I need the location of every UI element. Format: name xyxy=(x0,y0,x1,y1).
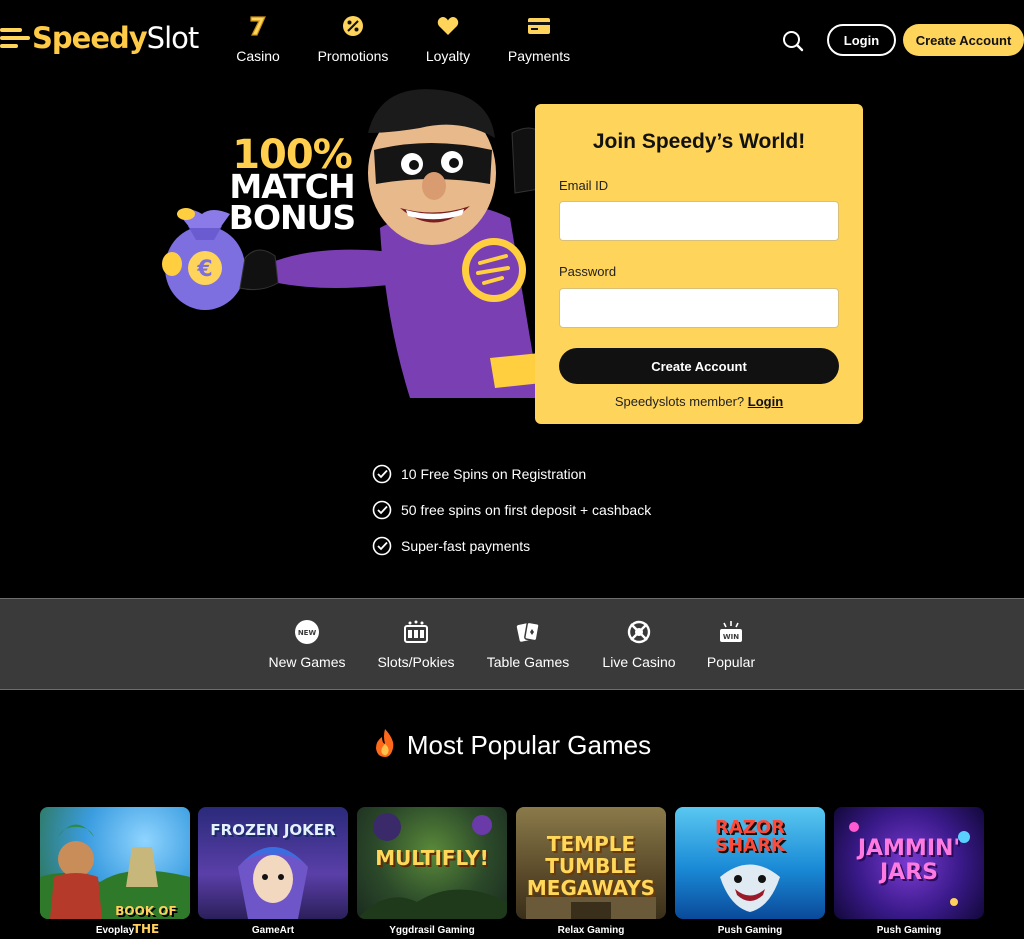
slot-machine-icon xyxy=(403,619,429,645)
game-title: JAMMIN' JARS xyxy=(857,836,961,885)
perk-text: 10 Free Spins on Registration xyxy=(401,466,587,482)
game-provider: Relax Gaming xyxy=(557,925,625,936)
member-login-link[interactable]: Login xyxy=(748,394,783,409)
check-circle-icon xyxy=(372,464,392,484)
nav-promotions[interactable]: Promotions xyxy=(298,14,408,64)
popular-title: Most Popular Games xyxy=(406,730,652,760)
game-provider: Push Gaming xyxy=(876,925,942,936)
signup-submit-button[interactable]: Create Account xyxy=(559,348,839,384)
perks-list: 10 Free Spins on Registration 50 free sp… xyxy=(372,456,651,564)
game-provider: GameArt xyxy=(251,925,295,936)
match-bonus-badge: 100% MATCH BONUS xyxy=(217,135,367,237)
perk-text: Super-fast payments xyxy=(401,538,531,554)
nav-label: Payments xyxy=(507,48,571,64)
check-circle-icon xyxy=(372,536,392,556)
game-card[interactable]: TEMPLE TUMBLE MEGAWAYS Relax Gaming xyxy=(516,807,666,939)
category-slots[interactable]: Slots/Pokies xyxy=(377,619,455,670)
seven-icon xyxy=(248,14,268,38)
category-table-games[interactable]: Table Games xyxy=(485,619,571,670)
svg-text:€: € xyxy=(196,257,212,282)
category-label: Live Casino xyxy=(602,654,676,670)
game-title: MULTIFLY! xyxy=(375,846,489,870)
category-popular[interactable]: WIN Popular xyxy=(706,619,756,670)
new-badge-icon: NEW xyxy=(294,619,320,645)
category-new-games[interactable]: NEW New Games xyxy=(268,619,346,670)
chips-icon xyxy=(626,619,652,645)
win-icon: WIN xyxy=(718,619,744,645)
category-label: Slots/Pokies xyxy=(377,654,455,670)
check-circle-icon xyxy=(372,500,392,520)
speedyslot-logo[interactable]: SpeedySlot xyxy=(0,18,200,58)
game-card[interactable]: MULTIFLY! Yggdrasil Gaming xyxy=(357,807,507,939)
cards-icon xyxy=(515,619,541,645)
login-button[interactable]: Login xyxy=(827,24,896,56)
fire-icon xyxy=(373,728,397,763)
signup-card: Join Speedy’s World! Email ID Password C… xyxy=(535,104,863,424)
email-label: Email ID xyxy=(559,178,609,193)
category-label: Popular xyxy=(706,654,756,670)
password-field[interactable] xyxy=(559,288,839,328)
svg-text:WIN: WIN xyxy=(723,633,739,641)
nav-payments[interactable]: Payments xyxy=(488,14,590,64)
member-prompt: Speedyslots member? Login xyxy=(535,394,863,409)
main-nav: Casino Promotions Loyalty Payments xyxy=(218,14,590,64)
game-provider: Evoplay xyxy=(95,925,135,936)
perk-item: 50 free spins on first deposit + cashbac… xyxy=(372,492,651,528)
nav-casino[interactable]: Casino xyxy=(218,14,298,64)
nav-label: Casino xyxy=(236,48,280,64)
search-icon[interactable] xyxy=(782,30,804,52)
nav-label: Loyalty xyxy=(425,48,471,64)
game-card[interactable]: FROZEN JOKER GameArt xyxy=(198,807,348,939)
perk-item: Super-fast payments xyxy=(372,528,651,564)
category-label: New Games xyxy=(268,654,346,670)
nav-loyalty[interactable]: Loyalty xyxy=(408,14,488,64)
mascot-illustration: € xyxy=(162,89,549,398)
game-provider: Yggdrasil Gaming xyxy=(389,925,475,936)
game-title: RAZOR SHARK xyxy=(714,817,785,856)
game-card[interactable]: JAMMIN' JARS Push Gaming xyxy=(834,807,984,939)
speed-lines-icon xyxy=(0,28,30,48)
popular-heading: Most Popular Games xyxy=(0,728,1024,763)
heart-icon xyxy=(437,14,459,38)
category-live-casino[interactable]: Live Casino xyxy=(602,619,676,670)
game-provider: Push Gaming xyxy=(717,925,783,936)
perk-item: 10 Free Spins on Registration xyxy=(372,456,651,492)
logo-word-primary: Speedy xyxy=(32,21,148,55)
password-label: Password xyxy=(559,264,617,279)
game-title: TEMPLE TUMBLE MEGAWAYS xyxy=(526,832,656,900)
member-text: Speedyslots member? xyxy=(614,394,745,409)
logo-word-secondary: Slot xyxy=(146,21,200,55)
nav-label: Promotions xyxy=(317,48,389,64)
category-label: Table Games xyxy=(486,654,570,670)
game-card[interactable]: BOOK OF THE PRIESTESS Evoplay xyxy=(40,807,190,939)
perk-text: 50 free spins on first deposit + cashbac… xyxy=(401,502,652,518)
signup-title: Join Speedy’s World! xyxy=(592,130,806,153)
percent-icon xyxy=(342,14,364,38)
svg-text:NEW: NEW xyxy=(298,629,317,637)
create-account-button[interactable]: Create Account xyxy=(903,24,1024,56)
category-bar: NEW New Games Slots/Pokies Table Games L… xyxy=(0,598,1024,690)
email-field[interactable] xyxy=(559,201,839,241)
game-card[interactable]: RAZOR SHARK Push Gaming xyxy=(675,807,825,939)
site-header: SpeedySlot Casino Promotions Loyalty Pay… xyxy=(0,0,1024,80)
bonus-line-bonus: BONUS xyxy=(228,198,356,237)
card-icon xyxy=(527,14,551,38)
game-title: FROZEN JOKER xyxy=(210,821,336,839)
